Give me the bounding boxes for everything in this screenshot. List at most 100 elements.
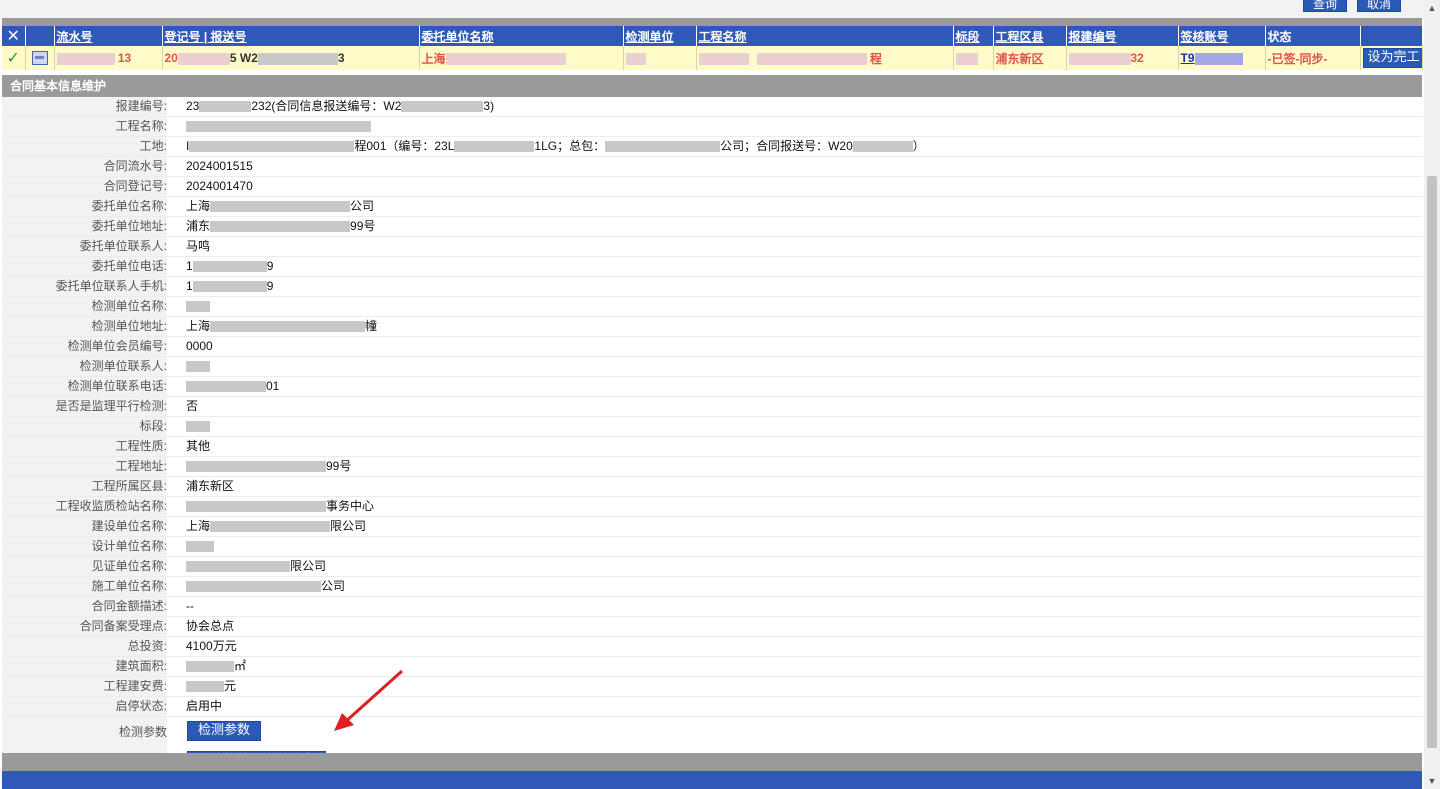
close-icon[interactable]: ✕ xyxy=(2,26,26,46)
field-value-text: 限公司 xyxy=(290,559,327,573)
cell-report-no: 32 xyxy=(1066,46,1179,70)
printer-icon[interactable] xyxy=(31,51,48,66)
redacted-block xyxy=(401,101,484,113)
set-complete-button[interactable]: 设为完工 xyxy=(1362,48,1421,68)
field-row: 设计单位名称: xyxy=(2,537,1422,557)
scroll-up-icon[interactable]: ▲ xyxy=(1424,0,1440,16)
redacted-block xyxy=(955,52,978,65)
redacted-block xyxy=(445,53,566,66)
redacted-block xyxy=(186,381,266,393)
field-label: 检测单位联系人: xyxy=(2,357,167,376)
project-suffix: 程 xyxy=(869,51,882,66)
col-section[interactable]: 标段 xyxy=(953,26,994,46)
col-project[interactable]: 工程名称 xyxy=(696,26,954,46)
col-district[interactable]: 工程区县 xyxy=(993,26,1067,46)
field-value: 4100万元 xyxy=(186,637,237,656)
field-value-text: 99号 xyxy=(326,459,352,473)
cell-sign-account[interactable]: T9 xyxy=(1178,46,1266,70)
row-select-cell[interactable]: ✓ xyxy=(2,46,26,70)
field-value-text: 01 xyxy=(266,379,280,393)
reg-mid: 5 W2 xyxy=(229,51,258,65)
field-row: 检测单位会员编号: 0000 xyxy=(2,337,1422,357)
field-label: 委托单位联系人: xyxy=(2,237,167,256)
field-label: 建设单位名称: xyxy=(2,517,167,536)
redacted-block xyxy=(698,53,749,66)
field-value-text: 0000 xyxy=(186,339,213,353)
field-row: 建筑面积: ㎡ xyxy=(2,657,1422,677)
row-print-cell[interactable] xyxy=(25,46,55,70)
redacted-block xyxy=(186,561,290,573)
table-row[interactable]: ✓ 13 20 5 W2 3 上海 程 浦东新区 32 T9 -已签-同步- 设为完… xyxy=(2,46,1423,70)
field-value: 限公司 xyxy=(186,557,326,576)
field-label: 设计单位名称: xyxy=(2,537,167,556)
field-label: 检测单位地址: xyxy=(2,317,167,336)
field-value: ㎡ xyxy=(186,657,246,676)
col-client[interactable]: 委托单位名称 xyxy=(419,26,624,46)
field-label: 合同备案受理点: xyxy=(2,617,167,636)
field-label: 标段: xyxy=(2,417,167,436)
field-value: 公司 xyxy=(186,577,345,596)
field-row: 启停状态: 启用中 xyxy=(2,697,1422,717)
field-value: 23 232(合同信息报送编号：W2 3) xyxy=(186,97,494,116)
field-row: 工程地址: 99号 xyxy=(2,457,1422,477)
field-value-text: 1 xyxy=(186,279,193,293)
redacted-block xyxy=(186,681,224,693)
query-button[interactable]: 查询 xyxy=(1303,0,1348,12)
field-row: 合同登记号: 2024001470 xyxy=(2,177,1422,197)
field-row: 检测单位联系人: xyxy=(2,357,1422,377)
field-label: 委托单位联系人手机: xyxy=(2,277,167,296)
field-value: 上海 限公司 xyxy=(186,517,366,536)
cancel-button[interactable]: 取消 xyxy=(1357,0,1402,12)
redacted-block xyxy=(257,52,338,65)
checkmark-icon[interactable]: ✓ xyxy=(7,50,20,67)
field-value-text: 上海 xyxy=(186,319,211,333)
col-section-label: 标段 xyxy=(955,29,980,44)
col-reg-no[interactable]: 登记号 | 报送号 xyxy=(162,26,420,46)
field-row: 委托单位联系人: 马鸣 xyxy=(2,237,1422,257)
redacted-block xyxy=(189,141,355,153)
cell-status: -已签-同步- xyxy=(1265,46,1361,70)
redacted-block xyxy=(1068,52,1131,65)
field-value-text: 公司；合同报送号：W20 xyxy=(720,139,853,153)
field-value-text: 2024001470 xyxy=(186,179,253,193)
field-value: 19 xyxy=(186,277,273,296)
field-label: 检测单位会员编号: xyxy=(2,337,167,356)
cell-district: 浦东新区 xyxy=(993,46,1067,70)
field-row: 工程建安费: 元 xyxy=(2,677,1422,697)
field-value-text: 其他 xyxy=(186,439,211,453)
col-serial[interactable]: 流水号 xyxy=(54,26,163,46)
col-test-unit[interactable]: 检测单位 xyxy=(623,26,697,46)
field-value: 2024001470 xyxy=(186,177,253,196)
redacted-block xyxy=(186,461,326,473)
cell-project: 程 xyxy=(696,46,954,70)
field-label: 合同流水号: xyxy=(2,157,167,176)
col-client-label: 委托单位名称 xyxy=(421,29,494,44)
field-value: 19 xyxy=(186,257,273,276)
grid-header-actions xyxy=(25,26,55,46)
redacted-block xyxy=(192,281,267,293)
field-value: I 程001（编号：23L 1LG；总包： 公司；合同报送号：W20） xyxy=(186,137,925,156)
redacted-block xyxy=(852,141,913,153)
vertical-scrollbar[interactable]: ▲ ▼ xyxy=(1424,0,1440,789)
field-value-text: 幢 xyxy=(365,319,378,333)
col-sign-account[interactable]: 签核账号 xyxy=(1178,26,1266,46)
field-row: 合同金额描述: -- xyxy=(2,597,1422,617)
scroll-thumb[interactable] xyxy=(1427,176,1437,748)
scroll-down-icon[interactable]: ▼ xyxy=(1424,773,1440,789)
field-row: 委托单位名称: 上海 公司 xyxy=(2,197,1422,217)
test-params-button[interactable]: 检测参数 xyxy=(187,721,262,741)
field-row: 合同备案受理点: 协会总点 xyxy=(2,617,1422,637)
redacted-block xyxy=(186,421,210,433)
col-project-label: 工程名称 xyxy=(698,29,747,44)
field-value-text: 公司 xyxy=(350,199,375,213)
col-report-no[interactable]: 报建编号 xyxy=(1066,26,1179,46)
field-row: 检测单位名称: xyxy=(2,297,1422,317)
field-row: 是否是监理平行检测: 否 xyxy=(2,397,1422,417)
redacted-block xyxy=(192,261,267,273)
field-value: 协会总点 xyxy=(186,617,234,636)
field-value-text: ㎡ xyxy=(234,659,247,673)
sign-account-link[interactable]: T9 xyxy=(1181,51,1195,65)
cell-action[interactable]: 设为完工 xyxy=(1360,46,1423,70)
field-value: 事务中心 xyxy=(186,497,374,516)
col-district-label: 工程区县 xyxy=(995,29,1044,44)
